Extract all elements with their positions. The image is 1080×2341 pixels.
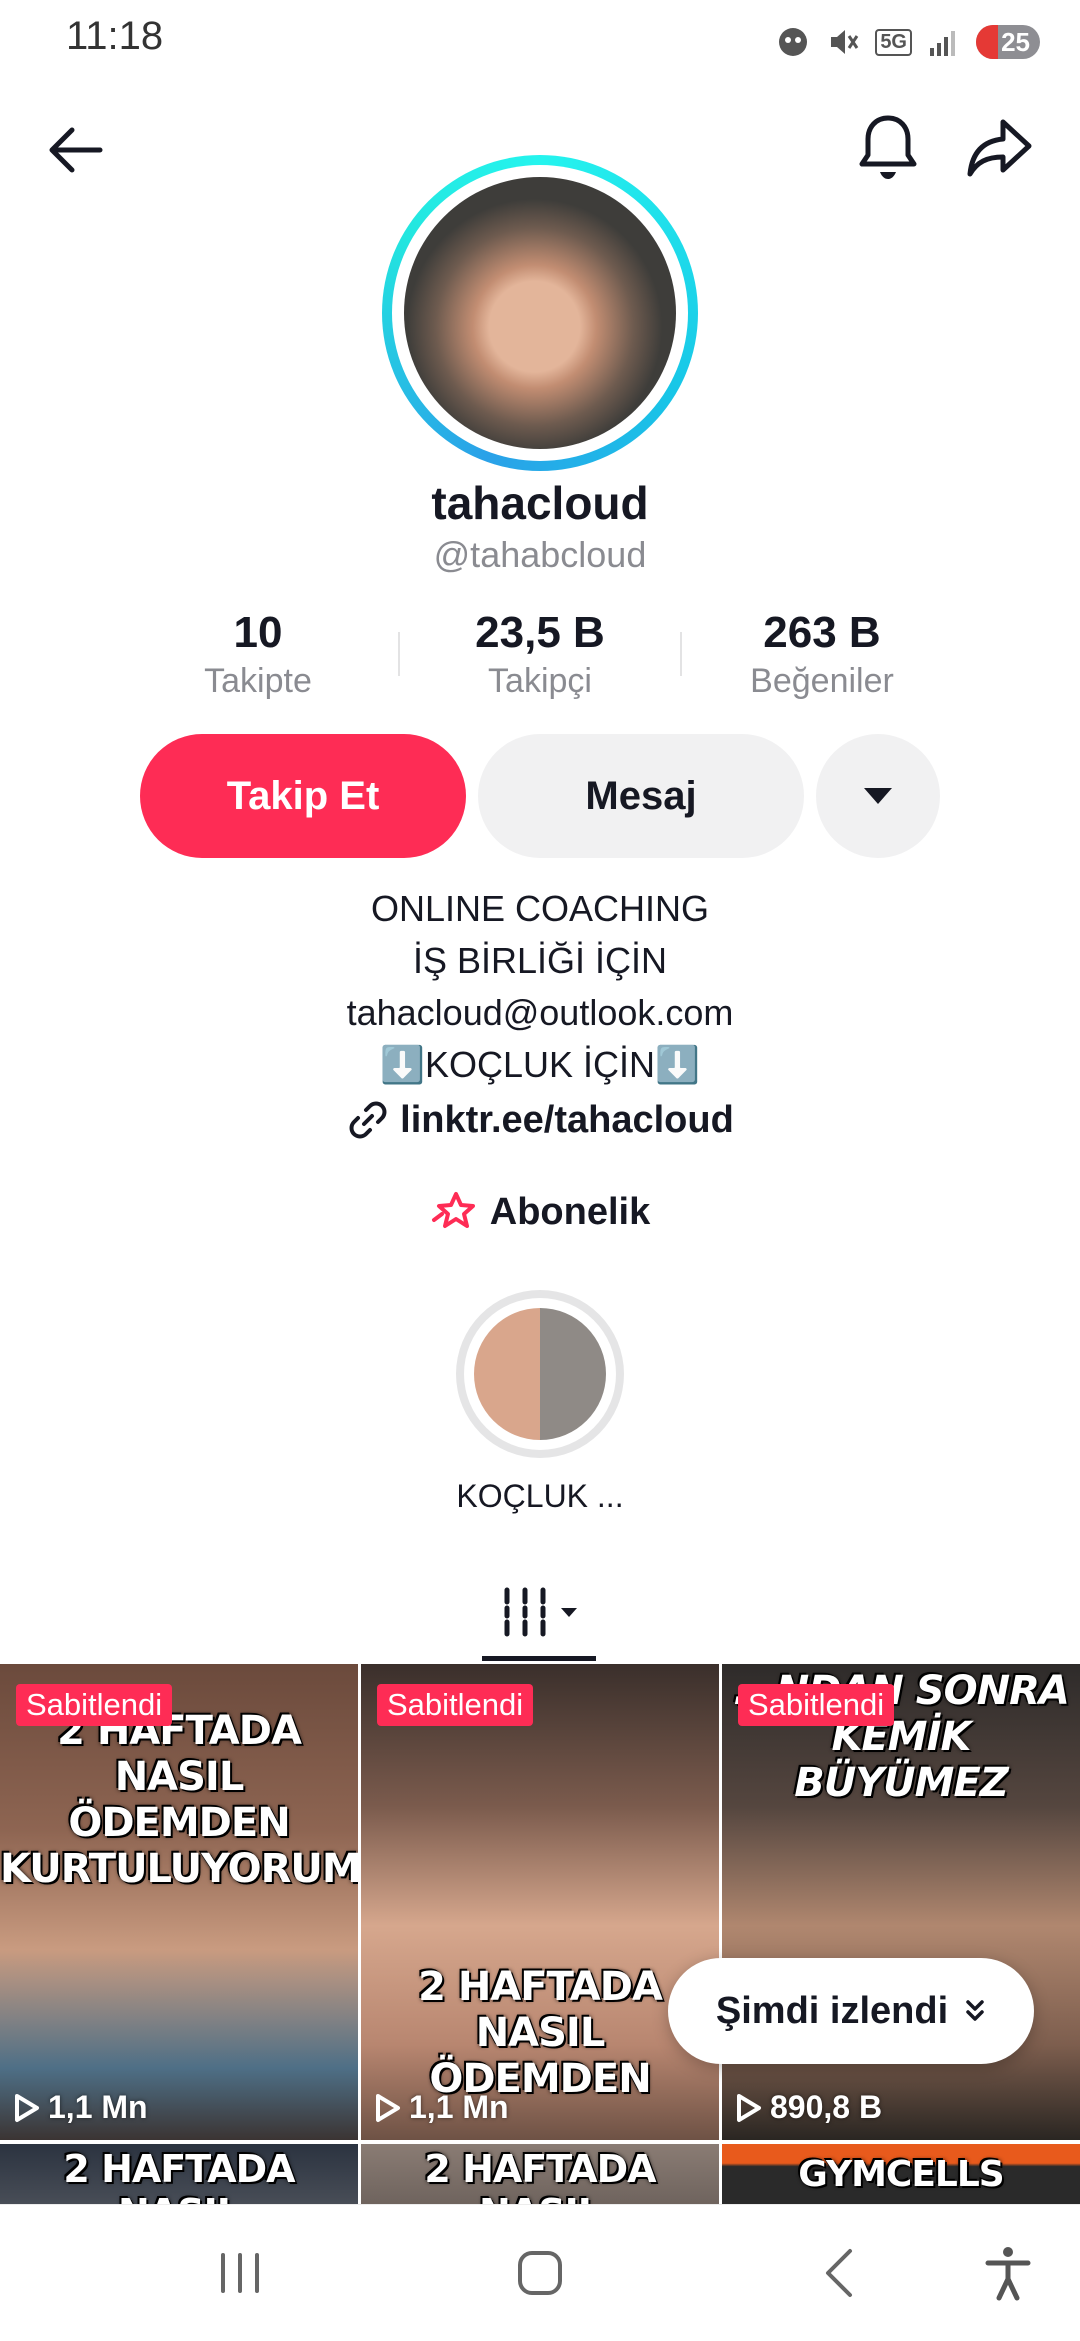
stat-likes[interactable]: 263 B Beğeniler <box>702 608 942 701</box>
pinned-badge: Sabitlendi <box>16 1684 173 1726</box>
stat-following-value: 10 <box>233 608 283 657</box>
username: @tahabcloud <box>433 534 647 575</box>
home-button[interactable] <box>498 2233 582 2313</box>
double-chevron-down-icon <box>966 2000 984 2021</box>
back-arrow-icon <box>49 127 103 173</box>
display-name: tahacloud <box>431 477 649 529</box>
recent-apps-icon <box>221 2253 259 2293</box>
pinned-badge: Sabitlendi <box>738 1684 895 1726</box>
video-caption: GYMCELLS <box>798 2154 1004 2195</box>
recent-apps-button[interactable] <box>200 2233 280 2313</box>
story-highlight[interactable] <box>456 1290 624 1458</box>
stat-divider <box>398 632 400 676</box>
caret-down-icon <box>561 1608 577 1617</box>
mute-icon <box>831 30 859 54</box>
accessibility-icon <box>985 2247 1031 2301</box>
back-button[interactable] <box>36 110 116 190</box>
bell-icon <box>859 115 917 179</box>
follow-button[interactable]: Takip Et <box>140 734 466 858</box>
highlight-label: KOÇLUK ... <box>456 1478 624 1514</box>
video-tile[interactable]: GYMCELLS <box>722 2144 1080 2208</box>
video-caption: 2 HAFTADA NASIL ÖDEMDEN <box>418 1964 663 2102</box>
stat-followers-value: 23,5 B <box>475 608 605 657</box>
status-icons: 5G 25 <box>775 18 1040 66</box>
suggested-accounts-button[interactable] <box>816 734 940 858</box>
link-icon <box>349 1101 387 1139</box>
star-icon <box>431 1192 475 1228</box>
signal-icon <box>930 31 955 56</box>
stat-followers-label: Takipçi <box>488 662 592 700</box>
stat-likes-value: 263 B <box>763 608 881 657</box>
notification-button[interactable] <box>848 104 928 190</box>
play-icon <box>15 2093 39 2122</box>
stat-followers[interactable]: 23,5 B Takipçi <box>420 608 660 701</box>
video-tile[interactable]: Sabitlendi 2 HAFTADA NASIL ÖDEMDEN 1,1 M… <box>361 1664 719 2140</box>
video-tile[interactable]: 2 HAFTADA NASIL ÖDEMDEN KURTULUYORUM Sab… <box>0 1664 358 2140</box>
bio-link-text: linktr.ee/tahacloud <box>400 1098 734 1141</box>
video-tile[interactable]: 2 HAFTADA NASIL <box>361 2144 719 2208</box>
bio-line: ⬇️KOÇLUK İÇİN⬇️ <box>380 1044 700 1085</box>
share-arrow-icon <box>967 119 1032 177</box>
share-button[interactable] <box>958 106 1042 190</box>
stat-following-label: Takipte <box>204 662 312 700</box>
subscription-label: Abonelik <box>489 1190 651 1233</box>
video-views: 1,1 Mn <box>14 2089 148 2126</box>
recently-watched-button[interactable]: Şimdi izlendi <box>668 1958 1034 2064</box>
home-icon <box>518 2251 562 2295</box>
system-back-button[interactable] <box>800 2233 880 2313</box>
grid-columns-icon <box>504 1587 546 1637</box>
network-type-icon: 5G <box>875 28 912 56</box>
system-nav-bar <box>0 2204 1080 2341</box>
video-views: 890,8 B <box>736 2089 882 2126</box>
video-views: 1,1 Mn <box>375 2089 509 2126</box>
video-tile[interactable]: 2 HAFTADA NASIL <box>0 2144 358 2208</box>
bio-link[interactable]: linktr.ee/tahacloud <box>0 1098 1080 1142</box>
app-notification-icon <box>779 28 808 56</box>
bio-line: İŞ BİRLİĞİ İÇİN <box>412 940 668 981</box>
stat-likes-label: Beğeniler <box>750 662 894 700</box>
chevron-left-icon <box>826 2249 852 2297</box>
play-icon <box>737 2093 761 2122</box>
tab-indicator <box>482 1656 596 1661</box>
video-caption: 2 HAFTADA NASIL <box>424 2147 656 2208</box>
bio-line: ONLINE COACHING <box>370 888 710 929</box>
stat-divider <box>680 632 682 676</box>
accessibility-button[interactable] <box>968 2233 1048 2313</box>
video-caption: 2 HAFTADA NASIL <box>63 2147 295 2208</box>
video-caption: 2 HAFTADA NASIL ÖDEMDEN KURTULUYORUM <box>0 1708 358 1892</box>
caret-down-icon <box>864 788 892 804</box>
pinned-badge: Sabitlendi <box>377 1684 534 1726</box>
video-tile[interactable]: ...NDAN SONRA KEMİK BÜYÜMEZ Sabitlendi 8… <box>722 1664 1080 2140</box>
profile-avatar[interactable] <box>382 155 698 471</box>
avatar-image <box>404 177 676 449</box>
play-icon <box>376 2093 400 2122</box>
message-button[interactable]: Mesaj <box>478 734 804 858</box>
status-time: 11:18 <box>66 14 164 58</box>
tab-videos[interactable] <box>480 1572 600 1652</box>
bio-line: tahacloud@outlook.com <box>346 992 734 1033</box>
recently-watched-label: Şimdi izlendi <box>715 1989 949 2032</box>
subscription-button[interactable]: Abonelik <box>0 1190 1080 1234</box>
highlight-image <box>474 1308 606 1440</box>
stat-following[interactable]: 10 Takipte <box>138 608 378 701</box>
battery-icon: 25 <box>976 25 1040 59</box>
